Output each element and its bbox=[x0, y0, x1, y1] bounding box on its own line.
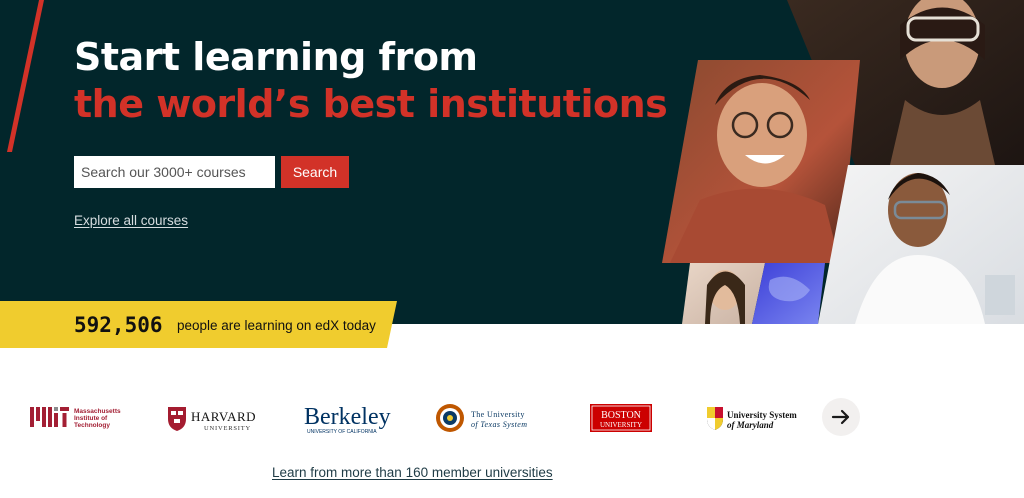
carousel-next-button[interactable] bbox=[822, 398, 860, 436]
svg-text:of Maryland: of Maryland bbox=[727, 420, 774, 430]
partner-logo-mit[interactable]: Massachusetts Institute of Technology bbox=[30, 390, 126, 446]
headline-line-2: the world’s best institutions bbox=[74, 82, 668, 126]
learner-photo-collage bbox=[662, 0, 1024, 324]
harvard-shield-icon: HARVARD UNIVERSITY bbox=[168, 407, 256, 432]
svg-text:Technology: Technology bbox=[74, 422, 110, 429]
svg-text:BOSTON: BOSTON bbox=[601, 410, 641, 421]
partner-logos-carousel: Massachusetts Institute of Technology HA… bbox=[0, 390, 1024, 446]
partner-logo-boston-university[interactable]: BOSTON UNIVERSITY bbox=[590, 390, 652, 446]
arrow-right-icon bbox=[831, 409, 850, 425]
svg-text:HARVARD: HARVARD bbox=[191, 409, 256, 424]
partner-logo-usm[interactable]: University System of Maryland bbox=[706, 390, 818, 446]
svg-text:Massachusetts: Massachusetts bbox=[74, 408, 121, 415]
explore-all-courses-link[interactable]: Explore all courses bbox=[74, 213, 188, 228]
member-universities-link[interactable]: Learn from more than 160 member universi… bbox=[272, 465, 553, 480]
learner-count-label: people are learning on edX today bbox=[177, 318, 376, 333]
maryland-flag-icon: University System of Maryland bbox=[707, 407, 797, 430]
headline-line-1: Start learning from bbox=[74, 35, 478, 79]
course-search-input[interactable] bbox=[74, 156, 275, 188]
svg-text:UNIVERSITY OF CALIFORNIA: UNIVERSITY OF CALIFORNIA bbox=[307, 429, 377, 435]
svg-text:University System: University System bbox=[727, 410, 797, 420]
hero-section: Start learning from the world’s best ins… bbox=[0, 0, 1024, 324]
svg-text:The University: The University bbox=[471, 410, 525, 419]
learner-count: 592,506 bbox=[74, 313, 163, 337]
svg-text:Institute of: Institute of bbox=[74, 415, 108, 422]
ut-seal-icon: The University of Texas System bbox=[436, 404, 527, 432]
svg-text:UNIVERSITY: UNIVERSITY bbox=[600, 421, 642, 429]
search-button[interactable]: Search bbox=[281, 156, 349, 188]
partner-logo-harvard[interactable]: HARVARD UNIVERSITY bbox=[166, 390, 262, 446]
svg-text:of Texas System: of Texas System bbox=[471, 420, 527, 429]
partner-logo-berkeley[interactable]: Berkeley UNIVERSITY OF CALIFORNIA bbox=[304, 390, 396, 446]
svg-text:UNIVERSITY: UNIVERSITY bbox=[204, 425, 251, 432]
mit-logo-icon: Massachusetts Institute of Technology bbox=[30, 407, 121, 429]
svg-text:Berkeley: Berkeley bbox=[304, 404, 391, 430]
partner-logo-ut-system[interactable]: The University of Texas System bbox=[435, 390, 539, 446]
hero-headline: Start learning from the world’s best ins… bbox=[74, 34, 668, 128]
